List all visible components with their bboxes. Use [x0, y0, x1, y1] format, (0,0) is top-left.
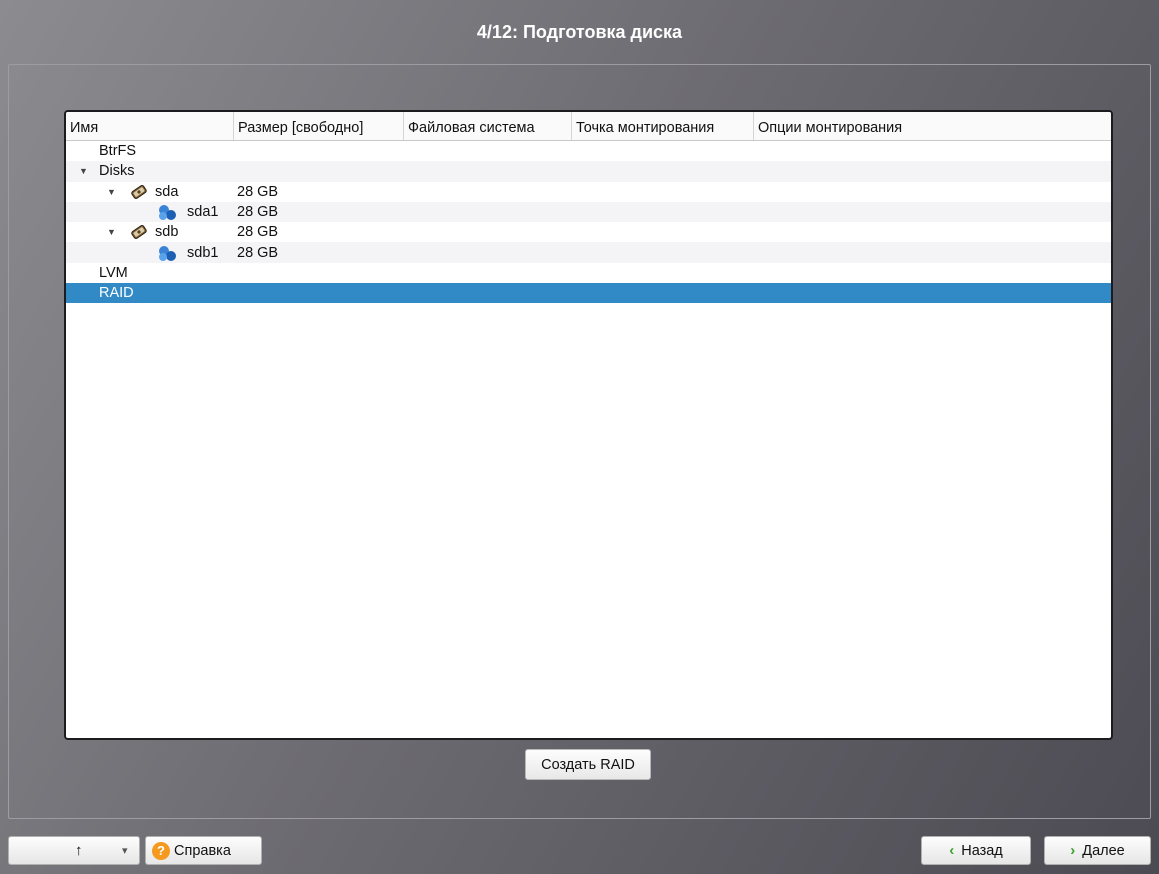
tree-row-sdb[interactable]: ▼ sdb 28 GB [66, 222, 1111, 242]
expander-icon[interactable]: ▼ [79, 166, 88, 176]
tree-header: Имя Размер [свободно] Файловая система Т… [66, 112, 1111, 141]
column-header-name[interactable]: Имя [66, 112, 234, 140]
help-label: Справка [174, 842, 231, 859]
partition-tree[interactable]: Имя Размер [свободно] Файловая система Т… [64, 110, 1113, 740]
tree-row-btrfs[interactable]: BtrFS [66, 141, 1111, 161]
create-raid-button[interactable]: Создать RAID [525, 749, 651, 780]
help-button[interactable]: ? Справка [145, 836, 262, 865]
row-name: sda [155, 183, 179, 200]
chevron-right-icon: › [1070, 842, 1076, 859]
next-button[interactable]: › Далее [1044, 836, 1151, 865]
row-name: BtrFS [99, 143, 137, 160]
column-header-filesystem[interactable]: Файловая система [404, 112, 572, 140]
tree-row-disks[interactable]: ▼ Disks [66, 161, 1111, 182]
navigation-menu-button[interactable]: ↑ ▾ [8, 836, 140, 865]
up-arrow-icon: ↑ [75, 842, 83, 859]
partition-icon [159, 205, 176, 221]
row-name: RAID [99, 285, 134, 302]
dropdown-arrow-icon[interactable]: ▾ [122, 844, 128, 857]
next-label: Далее [1082, 842, 1125, 859]
back-label: Назад [961, 842, 1003, 859]
tree-row-lvm[interactable]: LVM [66, 263, 1111, 283]
partition-icon [159, 245, 176, 261]
tree-row-sda[interactable]: ▼ sda 28 GB [66, 182, 1111, 202]
expander-icon[interactable]: ▼ [107, 187, 116, 197]
row-name: sdb [155, 224, 179, 241]
row-name: sdb1 [187, 244, 219, 261]
wizard-step-title: 4/12: Подготовка диска [476, 21, 683, 42]
expander-icon[interactable]: ▼ [107, 227, 116, 237]
row-name: LVM [99, 264, 128, 281]
chevron-left-icon: ‹ [949, 842, 955, 859]
row-size: 28 GB [237, 204, 279, 221]
column-header-mount-options[interactable]: Опции монтирования [754, 112, 1111, 140]
hard-disk-icon [131, 225, 147, 240]
row-size: 28 GB [237, 244, 279, 261]
row-name: sda1 [187, 204, 219, 221]
row-size: 28 GB [237, 224, 279, 241]
row-name: Disks [99, 163, 135, 180]
column-header-size[interactable]: Размер [свободно] [234, 112, 404, 140]
help-icon: ? [152, 841, 170, 860]
tree-row-raid[interactable]: RAID [66, 283, 1111, 304]
hard-disk-icon [131, 184, 147, 199]
row-size: 28 GB [237, 183, 279, 200]
back-button[interactable]: ‹ Назад [921, 836, 1031, 865]
tree-row-sdb1[interactable]: sdb1 28 GB [66, 242, 1111, 263]
tree-row-sda1[interactable]: sda1 28 GB [66, 201, 1111, 223]
column-header-mountpoint[interactable]: Точка монтирования [572, 112, 754, 140]
